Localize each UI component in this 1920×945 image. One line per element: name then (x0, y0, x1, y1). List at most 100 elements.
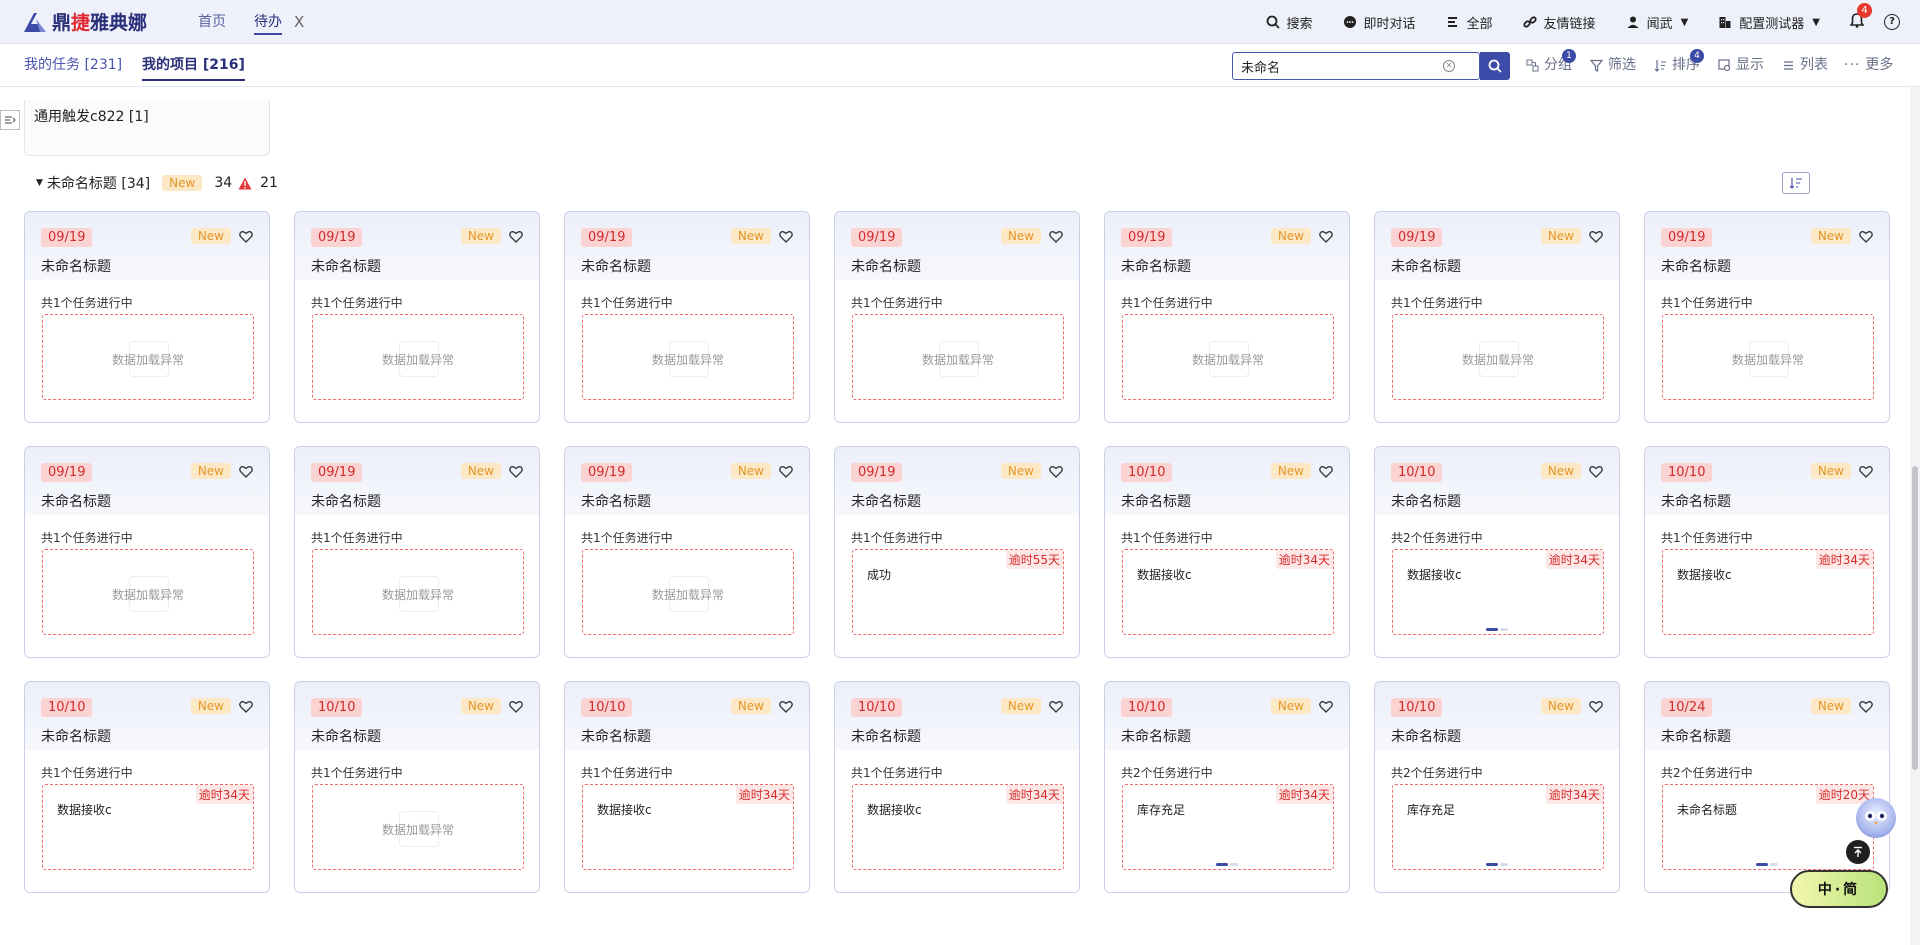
dot[interactable] (1770, 863, 1778, 866)
heart-icon[interactable] (779, 465, 793, 478)
task-preview-box[interactable]: 数据加载异常 (312, 314, 524, 400)
heart-icon[interactable] (779, 230, 793, 243)
task-preview-box[interactable]: 逾时20天 未命名标题 (1662, 784, 1874, 870)
task-preview-box[interactable]: 逾时34天 数据接收c (1392, 549, 1604, 635)
project-card[interactable]: 09/19 New 未命名标题 共1个任务进行中 数据加载异常 (564, 211, 810, 423)
project-card[interactable]: 10/10 New 未命名标题 共2个任务进行中 逾时34天 库存充足 (1104, 681, 1350, 893)
task-preview-box[interactable]: 数据加载异常 (312, 549, 524, 635)
more-button[interactable]: ··· 更多 (1844, 44, 1893, 87)
user-menu[interactable]: 闻武 ▼ (1626, 13, 1688, 32)
task-preview-box[interactable]: 逾时34天 库存充足 (1122, 784, 1334, 870)
project-card[interactable]: 09/19 New 未命名标题 共1个任务进行中 数据加载异常 (24, 211, 270, 423)
close-tab-button[interactable]: X (294, 13, 304, 31)
scrollbar-thumb[interactable] (1912, 466, 1918, 770)
task-preview-box[interactable]: 数据加载异常 (582, 314, 794, 400)
tester-menu[interactable]: 配置测试器 ▼ (1718, 13, 1820, 32)
back-to-top-button[interactable] (1846, 840, 1870, 864)
clear-icon[interactable]: ✕ (1443, 60, 1455, 72)
dot[interactable] (1230, 863, 1238, 866)
group-label[interactable]: 通用触发c822 [1] (34, 106, 149, 126)
app-logo[interactable]: 鼎捷雅典娜 (22, 8, 172, 35)
nav-todo[interactable]: 待办 (254, 0, 282, 44)
carousel-dots[interactable] (1486, 628, 1510, 631)
heart-icon[interactable] (1319, 230, 1333, 243)
search-input[interactable] (1233, 54, 1443, 78)
list-button[interactable]: 列表 (1782, 44, 1828, 87)
task-preview-box[interactable]: 数据加载异常 (1662, 314, 1874, 400)
all-link[interactable]: 全部 (1446, 13, 1493, 32)
dot-active[interactable] (1486, 628, 1498, 631)
sidebar-toggle-button[interactable] (0, 110, 20, 130)
dot[interactable] (1500, 863, 1508, 866)
project-card[interactable]: 09/19 New 未命名标题 共1个任务进行中 数据加载异常 (24, 446, 270, 658)
heart-icon[interactable] (1319, 700, 1333, 713)
project-card[interactable]: 10/10 New 未命名标题 共1个任务进行中 逾时34天 数据接收c (1104, 446, 1350, 658)
assistant-avatar-icon[interactable] (1856, 798, 1896, 838)
heart-icon[interactable] (239, 465, 253, 478)
heart-icon[interactable] (1859, 700, 1873, 713)
display-button[interactable]: 显示 (1718, 44, 1764, 87)
task-preview-box[interactable]: 逾时55天 成功 (852, 549, 1064, 635)
project-card[interactable]: 10/10 New 未命名标题 共1个任务进行中 数据加载异常 (294, 681, 540, 893)
dot-active[interactable] (1486, 863, 1498, 866)
collapse-triangle-icon[interactable]: ▼ (36, 178, 43, 188)
carousel-dots[interactable] (1756, 863, 1780, 866)
task-preview-box[interactable]: 数据加载异常 (312, 784, 524, 870)
project-card[interactable]: 10/10 New 未命名标题 共1个任务进行中 逾时34天 数据接收c (1644, 446, 1890, 658)
heart-icon[interactable] (509, 230, 523, 243)
dot-active[interactable] (1216, 863, 1228, 866)
heart-icon[interactable] (1049, 700, 1063, 713)
project-card[interactable]: 10/10 New 未命名标题 共1个任务进行中 逾时34天 数据接收c (24, 681, 270, 893)
heart-icon[interactable] (509, 700, 523, 713)
heart-icon[interactable] (779, 700, 793, 713)
heart-icon[interactable] (1859, 230, 1873, 243)
project-card[interactable]: 09/19 New 未命名标题 共1个任务进行中 数据加载异常 (564, 446, 810, 658)
carousel-dots[interactable] (1486, 863, 1510, 866)
nav-home[interactable]: 首页 (198, 0, 226, 44)
task-preview-box[interactable]: 逾时34天 数据接收c (1662, 549, 1874, 635)
tab-my-tasks[interactable]: 我的任务 [231] (24, 44, 122, 87)
task-preview-box[interactable]: 数据加载异常 (1392, 314, 1604, 400)
task-preview-box[interactable]: 数据加载异常 (1122, 314, 1334, 400)
task-preview-box[interactable]: 逾时34天 数据接收c (852, 784, 1064, 870)
heart-icon[interactable] (509, 465, 523, 478)
project-card[interactable]: 09/19 New 未命名标题 共1个任务进行中 数据加载异常 (1374, 211, 1620, 423)
section-header[interactable]: ▼ 未命名标题 [34] New 34 21 (36, 172, 278, 194)
filter-button[interactable]: 筛选 (1590, 44, 1636, 87)
help-icon[interactable]: ? (1884, 14, 1900, 30)
project-card[interactable]: 09/19 New 未命名标题 共1个任务进行中 逾时55天 成功 (834, 446, 1080, 658)
chat-link[interactable]: 即时对话 (1343, 13, 1416, 32)
project-card[interactable]: 10/10 New 未命名标题 共2个任务进行中 逾时34天 库存充足 (1374, 681, 1620, 893)
dot[interactable] (1500, 628, 1508, 631)
links-link[interactable]: 友情链接 (1522, 13, 1596, 32)
project-card[interactable]: 09/19 New 未命名标题 共1个任务进行中 数据加载异常 (1644, 211, 1890, 423)
heart-icon[interactable] (1589, 700, 1603, 713)
project-card[interactable]: 10/10 New 未命名标题 共1个任务进行中 逾时34天 数据接收c (564, 681, 810, 893)
heart-icon[interactable] (1049, 230, 1063, 243)
project-card[interactable]: 09/19 New 未命名标题 共1个任务进行中 数据加载异常 (1104, 211, 1350, 423)
heart-icon[interactable] (1049, 465, 1063, 478)
project-card[interactable]: 10/10 New 未命名标题 共2个任务进行中 逾时34天 数据接收c (1374, 446, 1620, 658)
project-card[interactable]: 09/19 New 未命名标题 共1个任务进行中 数据加载异常 (834, 211, 1080, 423)
heart-icon[interactable] (239, 700, 253, 713)
search-link[interactable]: 搜索 (1266, 13, 1313, 32)
tab-my-projects[interactable]: 我的项目 [216] (142, 44, 245, 87)
section-sort-button[interactable] (1782, 172, 1810, 194)
carousel-dots[interactable] (1216, 863, 1240, 866)
task-preview-box[interactable]: 数据加载异常 (42, 314, 254, 400)
search-button[interactable] (1480, 52, 1510, 80)
project-card[interactable]: 10/10 New 未命名标题 共1个任务进行中 逾时34天 数据接收c (834, 681, 1080, 893)
task-preview-box[interactable]: 逾时34天 数据接收c (582, 784, 794, 870)
dot-active[interactable] (1756, 863, 1768, 866)
task-preview-box[interactable]: 数据加载异常 (42, 549, 254, 635)
heart-icon[interactable] (1859, 465, 1873, 478)
heart-icon[interactable] (1589, 465, 1603, 478)
heart-icon[interactable] (239, 230, 253, 243)
sort-button[interactable]: 排序 4 (1654, 44, 1704, 87)
task-preview-box[interactable]: 逾时34天 库存充足 (1392, 784, 1604, 870)
task-preview-box[interactable]: 数据加载异常 (582, 549, 794, 635)
heart-icon[interactable] (1589, 230, 1603, 243)
task-preview-box[interactable]: 逾时34天 数据接收c (1122, 549, 1334, 635)
project-card[interactable]: 09/19 New 未命名标题 共1个任务进行中 数据加载异常 (294, 211, 540, 423)
group-button[interactable]: 分组 1 (1526, 44, 1576, 87)
